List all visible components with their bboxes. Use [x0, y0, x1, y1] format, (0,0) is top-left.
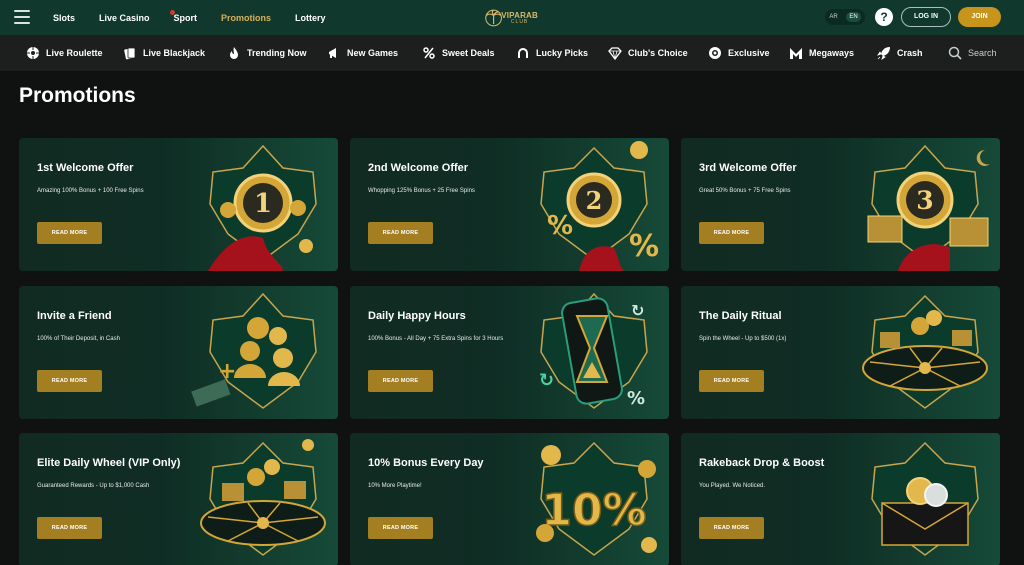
promo-description: Amazing 100% Bonus + 100 Free Spins — [37, 188, 144, 194]
promo-title: Elite Daily Wheel (VIP Only) — [37, 457, 181, 469]
nav-slots[interactable]: Slots — [53, 13, 75, 23]
nav-lottery[interactable]: Lottery — [295, 13, 326, 23]
menu-icon[interactable] — [14, 10, 30, 24]
promo-description: 10% More Playtime! — [368, 483, 422, 489]
flame-icon — [227, 46, 241, 60]
language-switch[interactable]: AR EN — [825, 9, 865, 25]
read-more-button[interactable]: READ MORE — [368, 370, 433, 392]
read-more-button[interactable]: READ MORE — [699, 517, 764, 539]
envelope-coins-illustration — [871, 441, 979, 556]
live-dot-icon — [169, 9, 175, 15]
join-button[interactable]: JOIN — [958, 7, 1001, 27]
prize-wheel-illustration — [862, 294, 988, 409]
top-bar: Slots Live Casino Sport Promotions Lotte… — [0, 0, 1024, 35]
promo-description: You Played. We Noticed. — [699, 483, 766, 489]
promo-title: 3rd Welcome Offer — [699, 162, 797, 174]
svg-text:+: + — [218, 359, 236, 384]
promo-title: 10% Bonus Every Day — [368, 457, 484, 469]
category-bar: Live Roulette Live Blackjack Trending No… — [0, 35, 1024, 71]
hourglass-illustration: ↻ ↻ % — [539, 292, 648, 409]
category-live-roulette[interactable]: Live Roulette — [26, 35, 103, 71]
promo-description: Great 50% Bonus + 75 Free Spins — [699, 188, 791, 194]
lang-en[interactable]: EN — [846, 12, 861, 22]
megaphone-icon — [327, 46, 341, 60]
promo-description: Spin the Wheel - Up to $500 (1x) — [699, 336, 787, 342]
read-more-button[interactable]: READ MORE — [37, 222, 102, 244]
svg-text:%: % — [629, 229, 659, 264]
ten-percent-illustration: 10% — [536, 441, 657, 556]
lang-ar[interactable]: AR — [829, 14, 837, 20]
nav-sport[interactable]: Sport — [169, 9, 197, 23]
art-number: 3 — [916, 186, 933, 215]
rocket-icon — [877, 46, 891, 60]
category-crash[interactable]: Crash — [877, 35, 923, 71]
promo-card[interactable]: 10% Bonus Every Day 10% More Playtime! R… — [350, 433, 669, 565]
promo-card[interactable]: Rakeback Drop & Boost You Played. We Not… — [681, 433, 1000, 565]
promo-card[interactable]: 3rd Welcome Offer Great 50% Bonus + 75 F… — [681, 138, 1000, 271]
percent-icon — [422, 46, 436, 60]
search-icon — [948, 46, 962, 60]
read-more-button[interactable]: READ MORE — [699, 222, 764, 244]
read-more-button[interactable]: READ MORE — [37, 370, 102, 392]
promo-title: 1st Welcome Offer — [37, 162, 134, 174]
promo-card[interactable]: Invite a Friend 100% of Their Deposit, i… — [19, 286, 338, 419]
category-live-blackjack[interactable]: Live Blackjack — [123, 35, 205, 71]
promo-description: 100% of Their Deposit, in Cash — [37, 336, 120, 342]
promo-title: Daily Happy Hours — [368, 310, 466, 322]
category-new-games[interactable]: New Games — [327, 35, 398, 71]
read-more-button[interactable]: READ MORE — [368, 517, 433, 539]
promo-title: The Daily Ritual — [699, 310, 782, 322]
help-icon[interactable]: ? — [875, 8, 893, 26]
art-number: 10% — [541, 485, 646, 536]
promo-card[interactable]: 1st Welcome Offer Amazing 100% Bonus + 1… — [19, 138, 338, 271]
m-icon — [789, 46, 803, 60]
cards-icon — [123, 46, 137, 60]
coin-number-three-illustration: 3 — [867, 144, 990, 271]
category-trending-now[interactable]: Trending Now — [227, 35, 307, 71]
svg-text:%: % — [547, 211, 573, 241]
chip-icon — [708, 46, 722, 60]
category-lucky-picks[interactable]: Lucky Picks — [516, 35, 588, 71]
art-number: 2 — [586, 186, 603, 215]
svg-text:↻: ↻ — [539, 370, 554, 391]
nav-promotions[interactable]: Promotions — [221, 13, 271, 23]
promo-description: 100% Bonus - All Day + 75 Extra Spins fo… — [368, 336, 504, 342]
vip-wheel-illustration — [200, 439, 326, 556]
read-more-button[interactable]: READ MORE — [37, 517, 102, 539]
diamond-icon — [608, 46, 622, 60]
page-title: Promotions — [19, 84, 136, 107]
promo-card[interactable]: Elite Daily Wheel (VIP Only) Guaranteed … — [19, 433, 338, 565]
read-more-button[interactable]: READ MORE — [699, 370, 764, 392]
promo-card[interactable]: The Daily Ritual Spin the Wheel - Up to … — [681, 286, 1000, 419]
logo-subtext: CLUB — [510, 18, 529, 25]
promo-description: Guaranteed Rewards - Up to $1,000 Cash — [37, 483, 150, 489]
promo-title: 2nd Welcome Offer — [368, 162, 469, 174]
category-exclusive[interactable]: Exclusive — [708, 35, 770, 71]
read-more-button[interactable]: READ MORE — [368, 222, 433, 244]
roulette-icon — [26, 46, 40, 60]
site-logo[interactable]: VIPARAB CLUB — [484, 4, 538, 32]
promo-card[interactable]: 2nd Welcome Offer Whopping 125% Bonus + … — [350, 138, 669, 271]
svg-text:↻: ↻ — [631, 301, 644, 320]
category-megaways[interactable]: Megaways — [789, 35, 854, 71]
top-nav: Slots Live Casino Sport Promotions Lotte… — [53, 0, 350, 35]
promo-title: Invite a Friend — [37, 310, 112, 322]
promo-description: Whopping 125% Bonus + 25 Free Spins — [368, 188, 475, 194]
friends-coins-illustration: + — [191, 292, 317, 409]
category-search[interactable]: Search — [948, 35, 997, 71]
horseshoe-icon — [516, 46, 530, 60]
coin-number-one-illustration: 1 — [208, 144, 317, 271]
art-number: 1 — [254, 189, 272, 219]
promo-title: Rakeback Drop & Boost — [699, 457, 825, 469]
category-clubs-choice[interactable]: Club's Choice — [608, 35, 688, 71]
svg-text:%: % — [627, 388, 645, 409]
category-sweet-deals[interactable]: Sweet Deals — [422, 35, 495, 71]
coin-number-two-illustration: 2 % % — [540, 141, 659, 271]
nav-live-casino[interactable]: Live Casino — [99, 13, 150, 23]
login-button[interactable]: LOG IN — [901, 7, 951, 27]
promo-card[interactable]: Daily Happy Hours 100% Bonus - All Day +… — [350, 286, 669, 419]
